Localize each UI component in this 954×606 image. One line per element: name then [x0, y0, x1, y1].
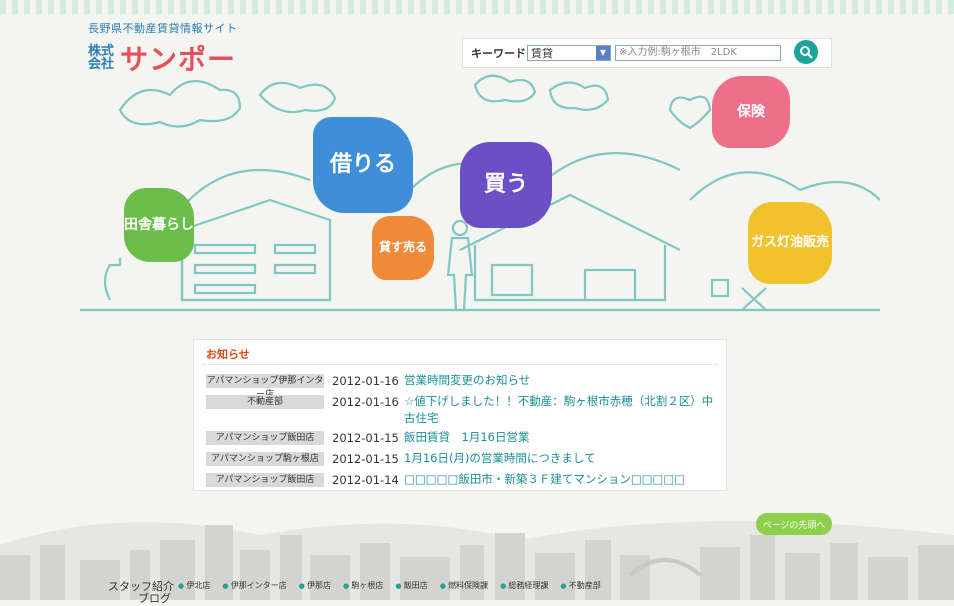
news-category: 不動産部	[206, 395, 324, 409]
gas-oil-button[interactable]: ガス灯油販売	[748, 202, 832, 284]
search-bar: キーワード 賃貸 ▼ ※入力例:駒ヶ根市 2LDK	[462, 38, 832, 68]
news-category: アパマンショップ伊那インター店	[206, 374, 324, 400]
news-link[interactable]: ☆値下げしました！！不動産：駒ヶ根市赤穂（北割２区）中古住宅	[404, 393, 714, 427]
news-date: 2012-01-15	[332, 452, 399, 466]
footer-link[interactable]: 伊北店	[178, 580, 210, 591]
company-type: 株式会社	[88, 44, 115, 72]
footer-link[interactable]: 伊那店	[299, 580, 331, 591]
news-item: アパマンショップ飯田店 2012-01-15 飯田賃貸 1月16日営業	[206, 429, 718, 447]
news-category: アパマンショップ駒ヶ根店	[206, 452, 324, 466]
news-date: 2012-01-16	[332, 374, 399, 388]
page-top-button[interactable]: ページの先頭へ	[756, 513, 832, 535]
news-date: 2012-01-14	[332, 473, 399, 487]
news-list: アパマンショップ伊那インター店 2012-01-16 営業時間変更のお知らせ 不…	[206, 372, 718, 492]
footer-link[interactable]: 伊那インター店	[222, 580, 287, 591]
news-title: お知らせ	[206, 348, 250, 361]
news-item: 不動産部 2012-01-16 ☆値下げしました！！不動産：駒ヶ根市赤穂（北割２…	[206, 393, 718, 427]
buy-button[interactable]: 買う	[460, 142, 552, 228]
news-category: アパマンショップ飯田店	[206, 473, 324, 487]
country-life-button[interactable]: 田舎暮らし	[124, 188, 194, 262]
site-tagline: 長野県不動産賃貸情報サイト	[88, 22, 238, 35]
search-icon	[800, 46, 813, 59]
news-item: アパマンショップ伊那インター店 2012-01-16 営業時間変更のお知らせ	[206, 372, 718, 400]
search-category-select[interactable]: 賃貸 ▼	[527, 45, 611, 61]
news-item: アパマンショップ駒ヶ根店 2012-01-15 1月16日(月)の営業時間につき…	[206, 450, 718, 468]
news-item: アパマンショップ飯田店 2012-01-14 □□□□□飯田市・新築３Ｆ建てマン…	[206, 471, 718, 489]
news-date: 2012-01-15	[332, 431, 399, 445]
footer-nav: スタッフ紹介 ブログ 伊北店 伊那インター店 伊那店 駒ヶ根店 飯田店 燃料保険…	[108, 578, 954, 605]
blog-label: ブログ	[138, 592, 171, 605]
lend-sell-button[interactable]: 貸す売る	[372, 216, 434, 280]
rent-button[interactable]: 借りる	[313, 117, 413, 213]
hero-illustration: 借りる 買う 田舎暮らし 貸す売る 保険 ガス灯油販売	[80, 70, 880, 330]
chevron-down-icon: ▼	[596, 46, 610, 60]
news-link[interactable]: 1月16日(月)の営業時間につきまして	[404, 450, 714, 467]
news-date: 2012-01-16	[332, 395, 399, 409]
news-panel: お知らせ アパマンショップ伊那インター店 2012-01-16 営業時間変更のお…	[193, 339, 727, 491]
top-decoration	[0, 0, 954, 14]
footer-link[interactable]: 総務経理課	[500, 580, 548, 591]
news-link[interactable]: □□□□□飯田市・新築３Ｆ建てマンション□□□□□	[404, 471, 714, 488]
search-button[interactable]	[794, 40, 818, 64]
search-input[interactable]: ※入力例:駒ヶ根市 2LDK	[615, 45, 781, 61]
search-category-value: 賃貸	[531, 47, 553, 60]
news-divider	[202, 364, 718, 365]
news-link[interactable]: 営業時間変更のお知らせ	[404, 372, 714, 389]
news-category: アパマンショップ飯田店	[206, 431, 324, 445]
search-label: キーワード	[471, 47, 526, 60]
footer-link[interactable]: 飯田店	[395, 580, 428, 591]
footer-link[interactable]: 不動産部	[560, 580, 601, 591]
insurance-button[interactable]: 保険	[712, 76, 790, 148]
footer-link[interactable]: 燃料保険課	[440, 580, 488, 591]
news-link[interactable]: 飯田賃貸 1月16日営業	[404, 429, 714, 446]
footer-link[interactable]: 駒ヶ根店	[343, 580, 383, 591]
